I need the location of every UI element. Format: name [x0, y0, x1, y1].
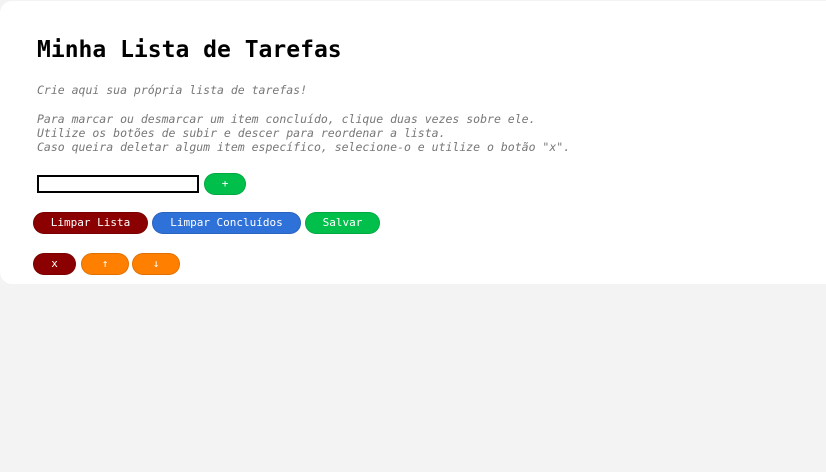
add-task-button[interactable]: + [204, 173, 246, 195]
delete-selected-button[interactable]: x [33, 253, 76, 275]
clear-list-button[interactable]: Limpar Lista [33, 212, 148, 234]
instructions: Para marcar ou desmarcar um item concluí… [37, 112, 570, 154]
instruction-line: Caso queira deletar algum item específic… [37, 140, 571, 154]
task-input[interactable] [37, 175, 199, 193]
instruction-line: Para marcar ou desmarcar um item concluí… [37, 112, 536, 126]
main-card: Minha Lista de Tarefas Crie aqui sua pró… [0, 1, 826, 284]
page-subtitle: Crie aqui sua própria lista de tarefas! [37, 83, 308, 97]
page-title: Minha Lista de Tarefas [37, 37, 342, 63]
move-up-button[interactable]: ↑ [81, 253, 129, 275]
move-down-button[interactable]: ↓ [132, 253, 180, 275]
clear-completed-button[interactable]: Limpar Concluídos [152, 212, 301, 234]
instruction-line: Utilize os botões de subir e descer para… [37, 126, 446, 140]
save-button[interactable]: Salvar [305, 212, 380, 234]
